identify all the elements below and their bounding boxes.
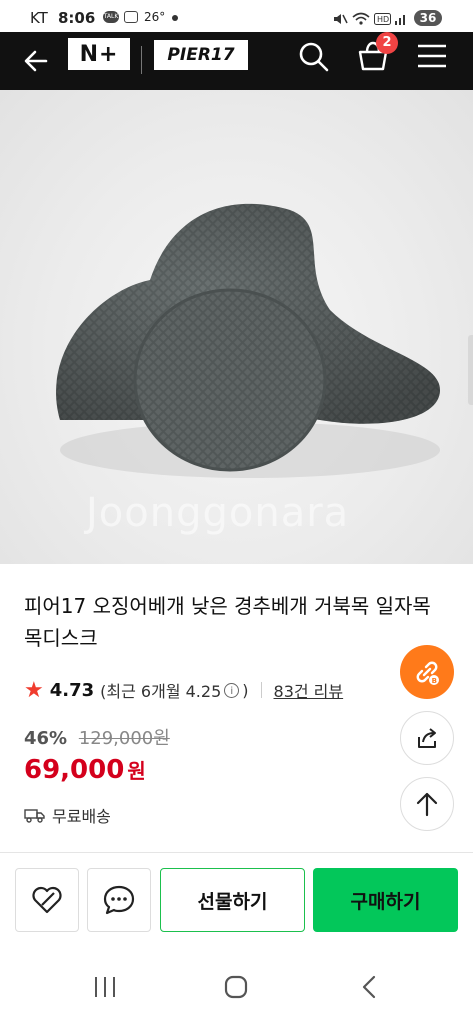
menu-icon[interactable] xyxy=(416,42,448,70)
share-icon xyxy=(418,728,436,748)
temperature-label: 26° xyxy=(144,10,166,24)
sale-price-row: 69,000 원 xyxy=(24,755,146,785)
discount-row: 46% 129,000원 xyxy=(24,724,170,750)
talk-notification-icon: TALK xyxy=(103,11,119,23)
buy-button[interactable]: 구매하기 xyxy=(313,868,458,932)
carrier-label: KT xyxy=(30,9,48,27)
link-share-button[interactable]: B xyxy=(400,645,454,699)
rating-divider xyxy=(260,682,262,698)
top-header: N+ PIER17 2 xyxy=(0,32,473,90)
wifi-icon xyxy=(352,12,370,25)
section-divider xyxy=(0,852,473,853)
wishlist-button[interactable] xyxy=(15,868,79,932)
clock: 8:06 xyxy=(58,9,96,27)
system-navigation-bar xyxy=(0,952,473,1024)
side-scroll-indicator xyxy=(468,335,473,405)
rating-period: (최근 6개월 4.25 xyxy=(100,682,222,701)
brand-store-logo[interactable]: PIER17 xyxy=(154,40,248,70)
chat-bubble-icon xyxy=(103,885,135,915)
home-icon[interactable] xyxy=(223,974,249,1000)
shipping-label: 무료배송 xyxy=(52,807,111,826)
review-count-link[interactable]: 83건 리뷰 xyxy=(274,678,344,702)
svg-text:B: B xyxy=(432,677,437,685)
recent-apps-icon[interactable] xyxy=(92,974,118,1000)
signal-icon xyxy=(395,15,405,25)
watermark-text: Joonggonara xyxy=(86,490,350,536)
link-icon: B xyxy=(416,661,439,685)
currency-label: 원 xyxy=(127,759,146,783)
product-title: 피어17 오징어베개 낮은 경추베개 거북목 일자목 목디스크 xyxy=(24,594,431,650)
battery-indicator: 36 xyxy=(414,10,442,26)
back-nav-icon[interactable] xyxy=(356,974,382,1000)
status-bar: KT 8:06 TALK 26° HD 36 xyxy=(0,0,473,32)
arrow-left-icon[interactable] xyxy=(20,45,52,77)
gift-button[interactable]: 선물하기 xyxy=(160,868,305,932)
product-image-carousel[interactable]: Joonggonara 1 / 9 xyxy=(0,90,473,564)
shipping-row: 무료배송 xyxy=(24,803,111,827)
mute-icon xyxy=(334,14,348,24)
hd-voice-icon: HD xyxy=(374,13,391,25)
info-icon[interactable]: i xyxy=(224,682,240,698)
share-button[interactable] xyxy=(400,711,454,765)
discount-percent: 46% xyxy=(24,728,68,749)
arrow-up-icon xyxy=(416,792,438,817)
header-divider xyxy=(141,46,142,74)
notification-dot-icon xyxy=(172,15,178,21)
camera-notification-icon xyxy=(124,11,138,23)
svg-text:HD: HD xyxy=(377,15,389,24)
rating-row: ★ 4.73 (최근 6개월 4.25 i ) 83건 리뷰 xyxy=(24,677,343,703)
scroll-to-top-button[interactable] xyxy=(400,777,454,831)
heart-icon xyxy=(32,886,62,914)
cart-count-badge: 2 xyxy=(376,32,398,54)
rating-period-close: ) xyxy=(242,680,249,700)
original-price: 129,000원 xyxy=(78,728,170,749)
talktalk-chat-button[interactable] xyxy=(87,868,151,932)
naver-plus-logo[interactable]: N+ xyxy=(68,38,130,70)
star-icon: ★ xyxy=(24,677,44,703)
truck-icon xyxy=(24,809,45,823)
search-icon[interactable] xyxy=(296,39,330,73)
sale-price: 69,000 xyxy=(24,755,125,785)
rating-score: 4.73 xyxy=(49,679,95,701)
